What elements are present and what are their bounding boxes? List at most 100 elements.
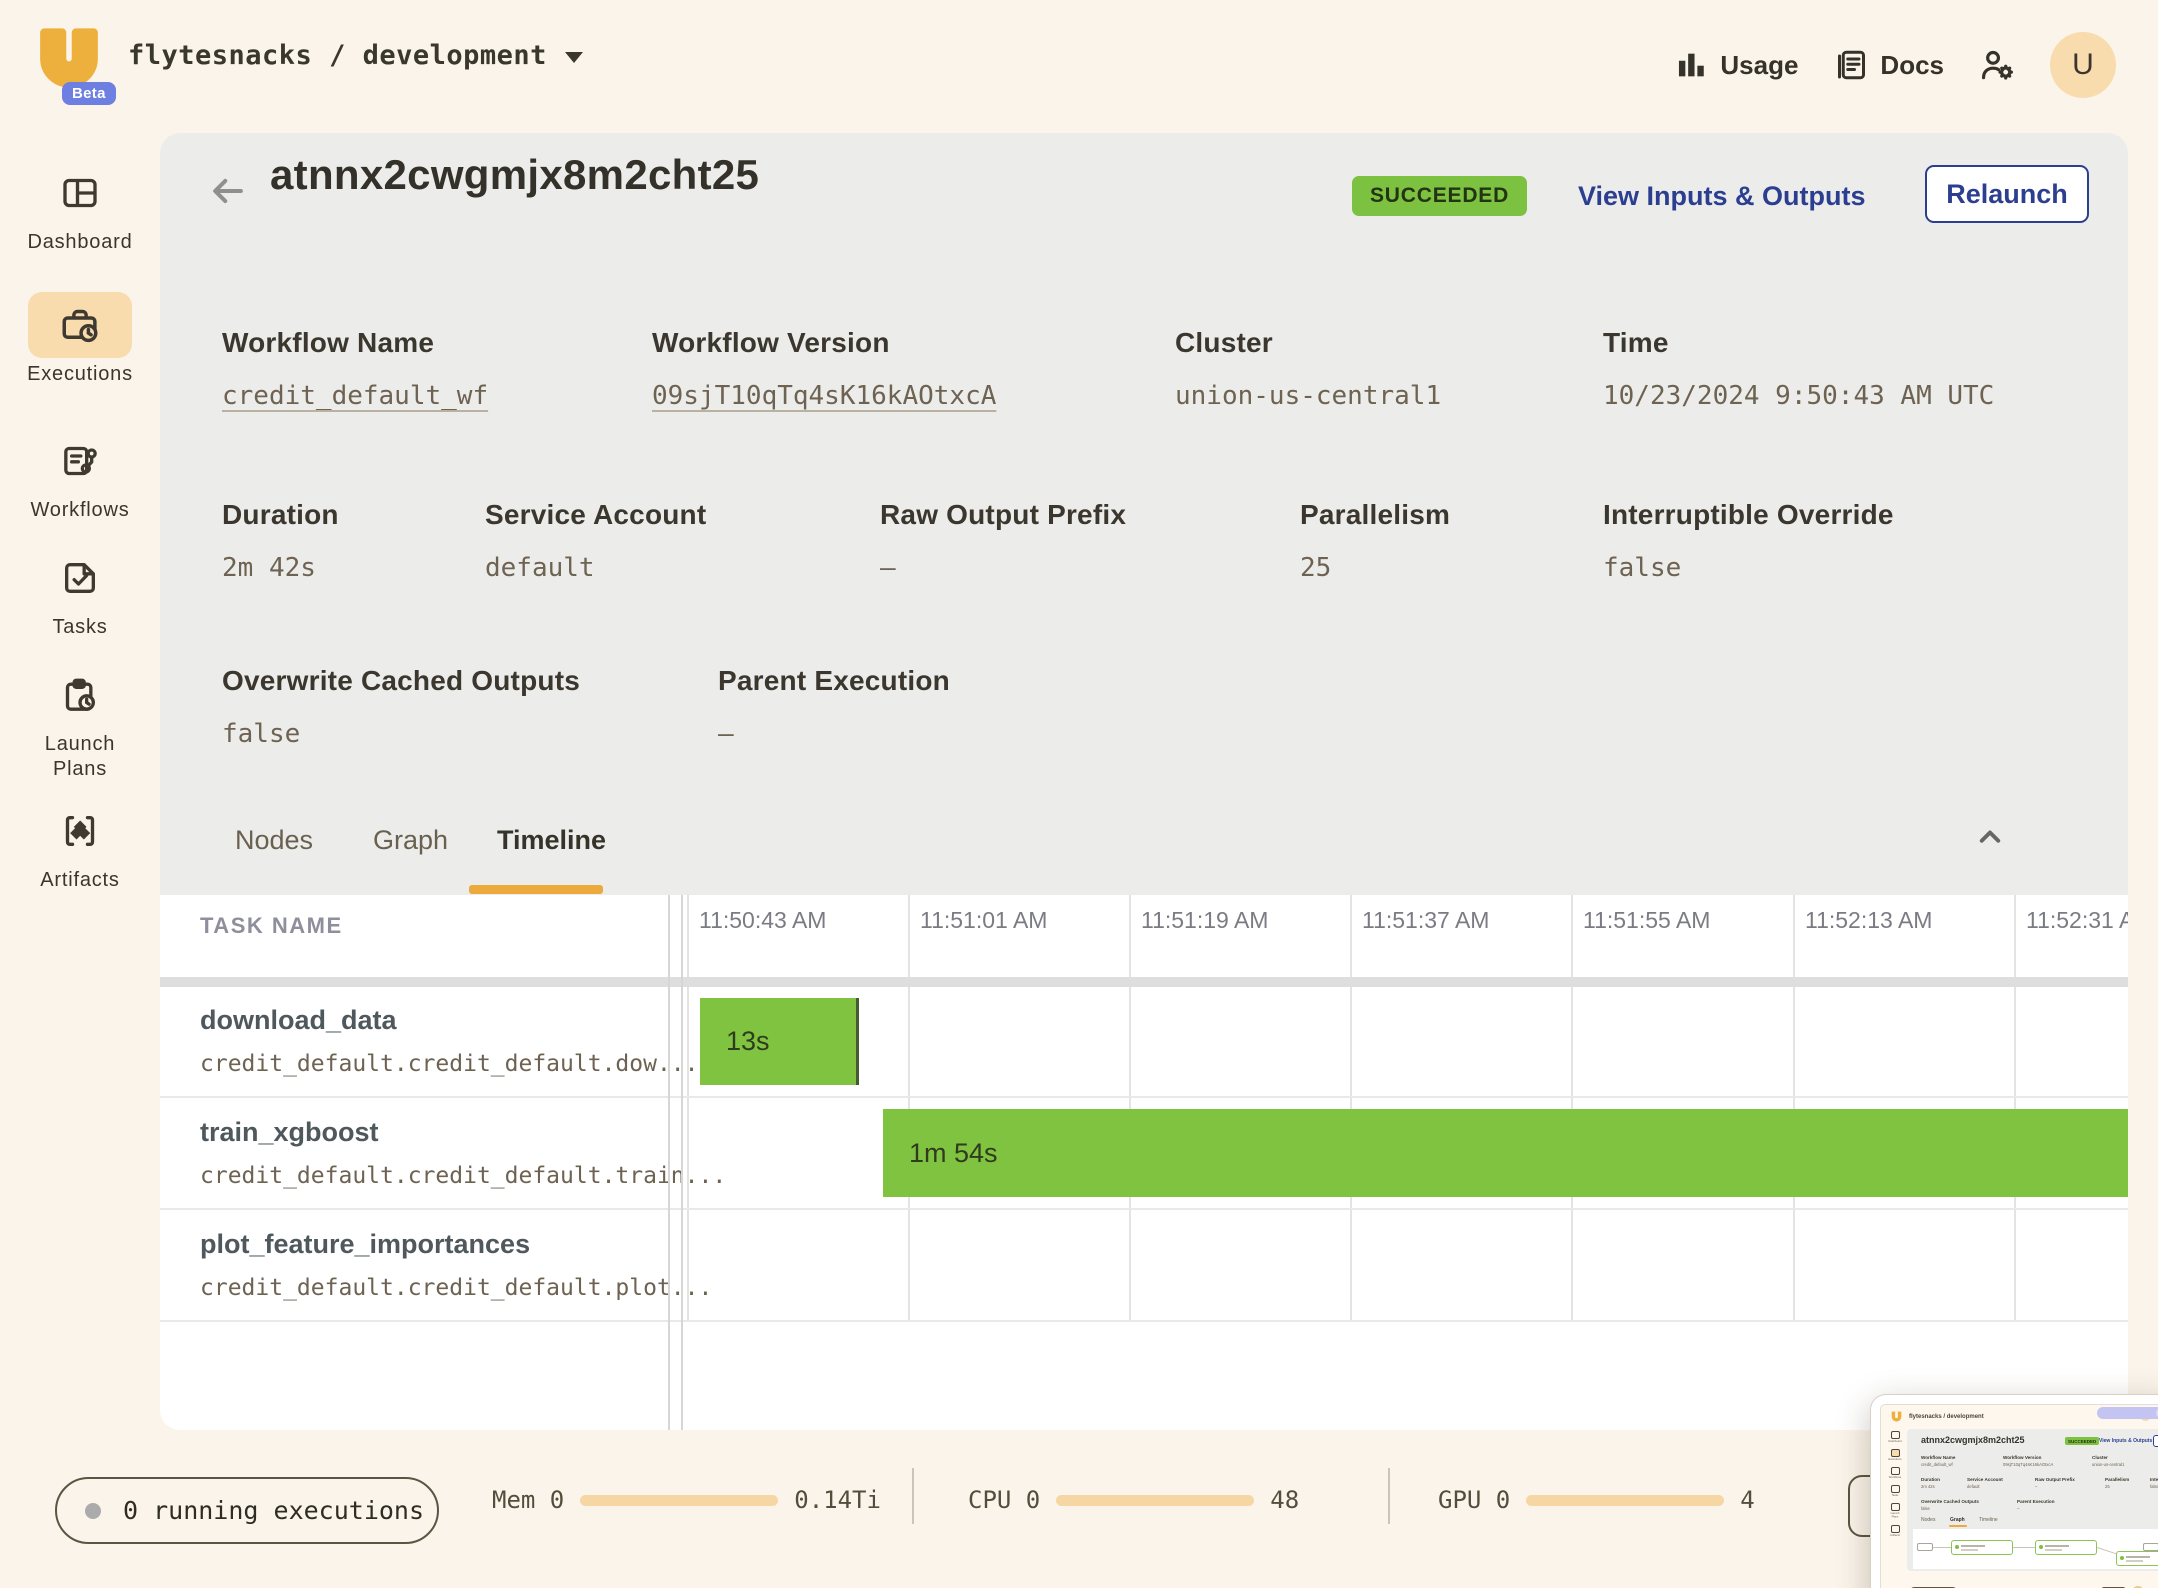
avatar-initial: U bbox=[2072, 48, 2094, 82]
memory-max: 0.14Ti bbox=[794, 1486, 881, 1514]
tab-timeline[interactable]: Timeline bbox=[497, 825, 606, 856]
workflows-icon bbox=[60, 441, 100, 481]
task-row-name[interactable]: train_xgboost bbox=[200, 1117, 379, 1148]
pip-graph-canvas bbox=[1913, 1529, 2158, 1569]
row-separator bbox=[160, 1208, 2128, 1210]
workflow-name-link[interactable]: credit_default_wf bbox=[222, 381, 488, 411]
back-button[interactable] bbox=[206, 169, 250, 213]
timeline-view: TASK NAME 11:50:43 AM 11:51:01 AM 11:51:… bbox=[160, 895, 2128, 1430]
sidebar-item-workflows[interactable]: Workflows bbox=[0, 428, 160, 523]
field-interruptible-override: Interruptible Override false bbox=[1603, 499, 1894, 583]
grid-line bbox=[1129, 895, 1131, 1320]
pip-main-panel: atnnx2cwgmjx8m2cht25 SUCCEEDED View Inpu… bbox=[1907, 1429, 2158, 1571]
pip-active-tab-indicator bbox=[1949, 1525, 1967, 1527]
collapse-panel-button[interactable] bbox=[1972, 819, 2008, 855]
pip-preview-window[interactable]: flytesnacks / development Usage Docs U D… bbox=[1870, 1394, 2158, 1588]
grid-line bbox=[1350, 895, 1352, 1320]
user-settings-button[interactable] bbox=[1978, 46, 2016, 84]
project-domain-selector[interactable]: flytesnacks / development bbox=[128, 40, 583, 71]
pip-graph-node bbox=[2116, 1551, 2158, 1566]
time-tick: 11:52:13 AM bbox=[1805, 907, 1932, 934]
time-tick: 11:51:01 AM bbox=[920, 907, 1047, 934]
gpu-gauge bbox=[1526, 1495, 1724, 1506]
pip-relaunch: Relaunch bbox=[2153, 1435, 2158, 1447]
pip-tab-nodes: Nodes bbox=[1921, 1517, 1935, 1523]
cpu-meter: CPU 0 48 bbox=[968, 1486, 1299, 1514]
gpu-max: 4 bbox=[1740, 1486, 1754, 1514]
relaunch-button[interactable]: Relaunch bbox=[1925, 165, 2089, 223]
docs-label: Docs bbox=[1880, 50, 1944, 81]
field-workflow-name: Workflow Name credit_default_wf bbox=[222, 327, 488, 411]
chevron-up-icon bbox=[1972, 819, 2008, 855]
pip-sidebar: Dashboard Executions Workflows Tasks Lau… bbox=[1884, 1431, 1906, 1543]
column-splitter-handle[interactable] bbox=[668, 895, 670, 1430]
field-time: Time 10/23/2024 9:50:43 AM UTC bbox=[1603, 327, 1994, 411]
field-label: Overwrite Cached Outputs bbox=[222, 665, 580, 697]
top-bar: Beta flytesnacks / development Usage bbox=[0, 0, 2158, 133]
pip-breadcrumb: flytesnacks / development bbox=[1909, 1414, 1984, 1420]
cpu-gauge bbox=[1056, 1495, 1254, 1506]
divider bbox=[912, 1468, 914, 1524]
union-logo[interactable]: Beta bbox=[36, 24, 102, 100]
field-value: 2m 42s bbox=[222, 553, 339, 583]
task-row-name[interactable]: plot_feature_importances bbox=[200, 1229, 530, 1260]
field-parent-execution: Parent Execution – bbox=[718, 665, 950, 749]
pip-graph-start-node bbox=[1917, 1543, 1933, 1551]
pip-graph-node bbox=[1951, 1540, 2013, 1555]
relaunch-label: Relaunch bbox=[1946, 179, 2068, 210]
field-value: – bbox=[718, 719, 950, 749]
view-inputs-outputs-link[interactable]: View Inputs & Outputs bbox=[1578, 181, 1866, 212]
gantt-bar-download-data[interactable]: 13s bbox=[700, 998, 859, 1085]
gpu-meter: GPU 0 4 bbox=[1438, 1486, 1755, 1514]
tasks-icon bbox=[60, 558, 100, 598]
field-label: Parallelism bbox=[1300, 499, 1450, 531]
task-row-path: credit_default.credit_default.dow... bbox=[200, 1051, 699, 1077]
pip-union-logo-icon bbox=[1890, 1410, 1903, 1424]
sidebar-item-dashboard[interactable]: Dashboard bbox=[0, 160, 160, 255]
sidebar-item-executions[interactable]: Executions bbox=[0, 292, 160, 387]
task-row-name[interactable]: download_data bbox=[200, 1005, 397, 1036]
tab-graph[interactable]: Graph bbox=[373, 825, 448, 856]
pip-tab-graph: Graph bbox=[1950, 1517, 1965, 1523]
pip-title: atnnx2cwgmjx8m2cht25 bbox=[1921, 1435, 2025, 1445]
grid-line bbox=[2014, 895, 2016, 1320]
running-executions-button[interactable]: 0 running executions bbox=[55, 1477, 439, 1544]
task-name-column-header: TASK NAME bbox=[200, 913, 343, 939]
field-overwrite-cached-outputs: Overwrite Cached Outputs false bbox=[222, 665, 580, 749]
usage-label: Usage bbox=[1720, 50, 1798, 81]
sidebar-item-launch-plans[interactable]: Launch Plans bbox=[0, 662, 160, 782]
app-window: Beta flytesnacks / development Usage bbox=[0, 0, 2158, 1588]
sidebar-item-label: Tasks bbox=[0, 615, 160, 640]
user-gear-icon bbox=[1978, 46, 2016, 84]
time-tick: 11:51:55 AM bbox=[1583, 907, 1710, 934]
sidebar-item-label: Workflows bbox=[0, 498, 160, 523]
workflow-version-link[interactable]: 09sjT10qTq4sK16kAOtxcA bbox=[652, 381, 996, 411]
active-tab-indicator bbox=[469, 885, 603, 894]
docs-button[interactable]: Docs bbox=[1832, 47, 1944, 83]
tab-nodes[interactable]: Nodes bbox=[235, 825, 313, 856]
bar-chart-icon bbox=[1674, 48, 1708, 82]
field-service-account: Service Account default bbox=[485, 499, 706, 583]
sidebar-item-tasks[interactable]: Tasks bbox=[0, 545, 160, 640]
cluster-status-bar: 0 running executions Mem 0 0.14Ti CPU 0 … bbox=[0, 1460, 2158, 1588]
gpu-label: GPU 0 bbox=[1438, 1486, 1510, 1514]
field-parallelism: Parallelism 25 bbox=[1300, 499, 1450, 583]
pip-tab-timeline: Timeline bbox=[1979, 1517, 1998, 1523]
time-tick: 11:52:31 AM bbox=[2026, 907, 2128, 934]
pip-screenshot: flytesnacks / development Usage Docs U D… bbox=[1880, 1404, 2158, 1588]
docs-icon bbox=[1832, 47, 1868, 83]
column-splitter-handle[interactable] bbox=[681, 895, 683, 1430]
sidebar-item-artifacts[interactable]: Artifacts bbox=[0, 798, 160, 893]
user-avatar[interactable]: U bbox=[2050, 32, 2116, 98]
field-label: Interruptible Override bbox=[1603, 499, 1894, 531]
pip-view-io: View Inputs & Outputs bbox=[2099, 1438, 2152, 1444]
sidebar-item-label: Launch Plans bbox=[25, 732, 135, 782]
field-value: 25 bbox=[1300, 553, 1450, 583]
bar-duration-label: 13s bbox=[726, 1026, 770, 1057]
row-separator bbox=[160, 1320, 2128, 1322]
usage-button[interactable]: Usage bbox=[1674, 48, 1798, 82]
gantt-bar-train-xgboost[interactable]: 1m 54s bbox=[883, 1109, 2128, 1197]
field-value: union-us-central1 bbox=[1175, 381, 1441, 411]
field-value: false bbox=[1603, 553, 1894, 583]
grid-line bbox=[908, 895, 910, 1320]
